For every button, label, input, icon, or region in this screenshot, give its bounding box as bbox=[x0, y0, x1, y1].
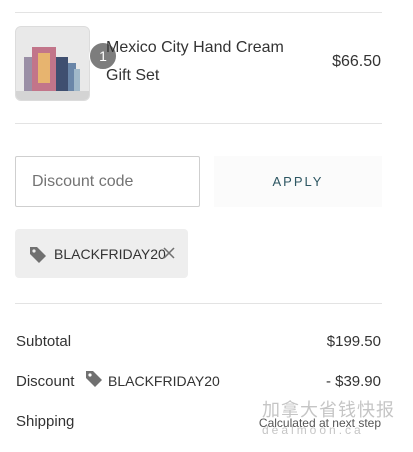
tag-icon bbox=[86, 371, 102, 387]
apply-discount-button[interactable]: APPLY bbox=[214, 156, 382, 207]
divider-after-item bbox=[15, 123, 382, 124]
shipping-value: Calculated at next step bbox=[258, 416, 381, 430]
subtotal-value: $199.50 bbox=[326, 333, 381, 350]
remove-discount-icon[interactable] bbox=[158, 242, 180, 264]
product-name: Mexico City Hand Cream Gift Set bbox=[106, 39, 284, 84]
discount-value: - $39.90 bbox=[325, 373, 381, 390]
product-price: $66.50 bbox=[332, 53, 381, 70]
divider-top bbox=[15, 12, 382, 13]
tag-icon bbox=[30, 246, 46, 263]
divider-before-summary bbox=[15, 303, 382, 304]
summary-discount-code: BLACKFRIDAY20 bbox=[108, 373, 220, 389]
product-thumbnail: 1 bbox=[15, 26, 117, 101]
applied-discount-code: BLACKFRIDAY20 bbox=[54, 245, 166, 262]
product-image bbox=[16, 27, 89, 100]
discount-code-input[interactable] bbox=[15, 156, 200, 207]
shipping-label: Shipping bbox=[16, 413, 75, 430]
applied-discount-chip: BLACKFRIDAY20 bbox=[15, 229, 188, 278]
subtotal-label: Subtotal bbox=[16, 333, 72, 350]
discount-label: Discount bbox=[16, 373, 75, 390]
